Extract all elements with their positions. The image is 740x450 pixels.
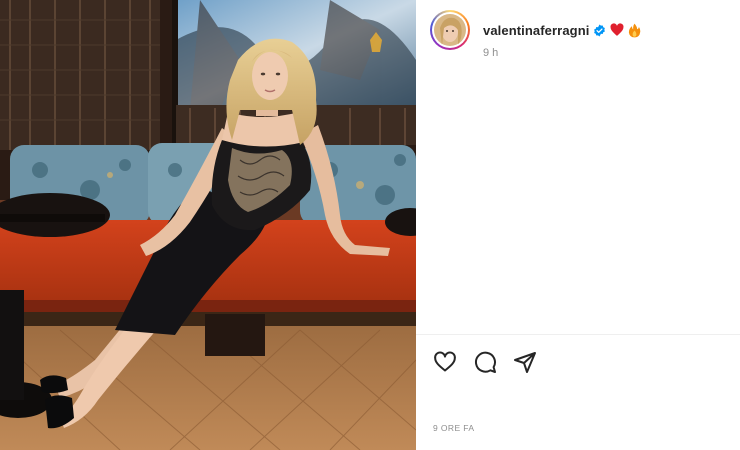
share-button[interactable] — [512, 349, 538, 375]
action-bar — [432, 349, 552, 375]
divider — [416, 334, 740, 335]
avatar[interactable] — [430, 10, 470, 50]
fire-emoji-icon — [628, 23, 642, 38]
comment-icon — [474, 351, 496, 373]
post-header: valentinaferragni — [430, 10, 642, 50]
heart-icon — [434, 351, 456, 372]
post-side-panel: valentinaferragni 9 h 9 ORE FA — [416, 0, 740, 450]
comment-button[interactable] — [472, 349, 498, 375]
like-button[interactable] — [432, 349, 458, 375]
post-time-long: 9 ORE FA — [433, 423, 475, 433]
username-link[interactable]: valentinaferragni — [483, 23, 589, 38]
avatar-image — [434, 14, 466, 46]
post-photo[interactable] — [0, 0, 416, 450]
post-time-short: 9 h — [483, 47, 499, 59]
verified-badge-icon — [593, 24, 606, 37]
paper-plane-icon — [514, 352, 536, 373]
red-heart-emoji-icon — [610, 23, 624, 37]
